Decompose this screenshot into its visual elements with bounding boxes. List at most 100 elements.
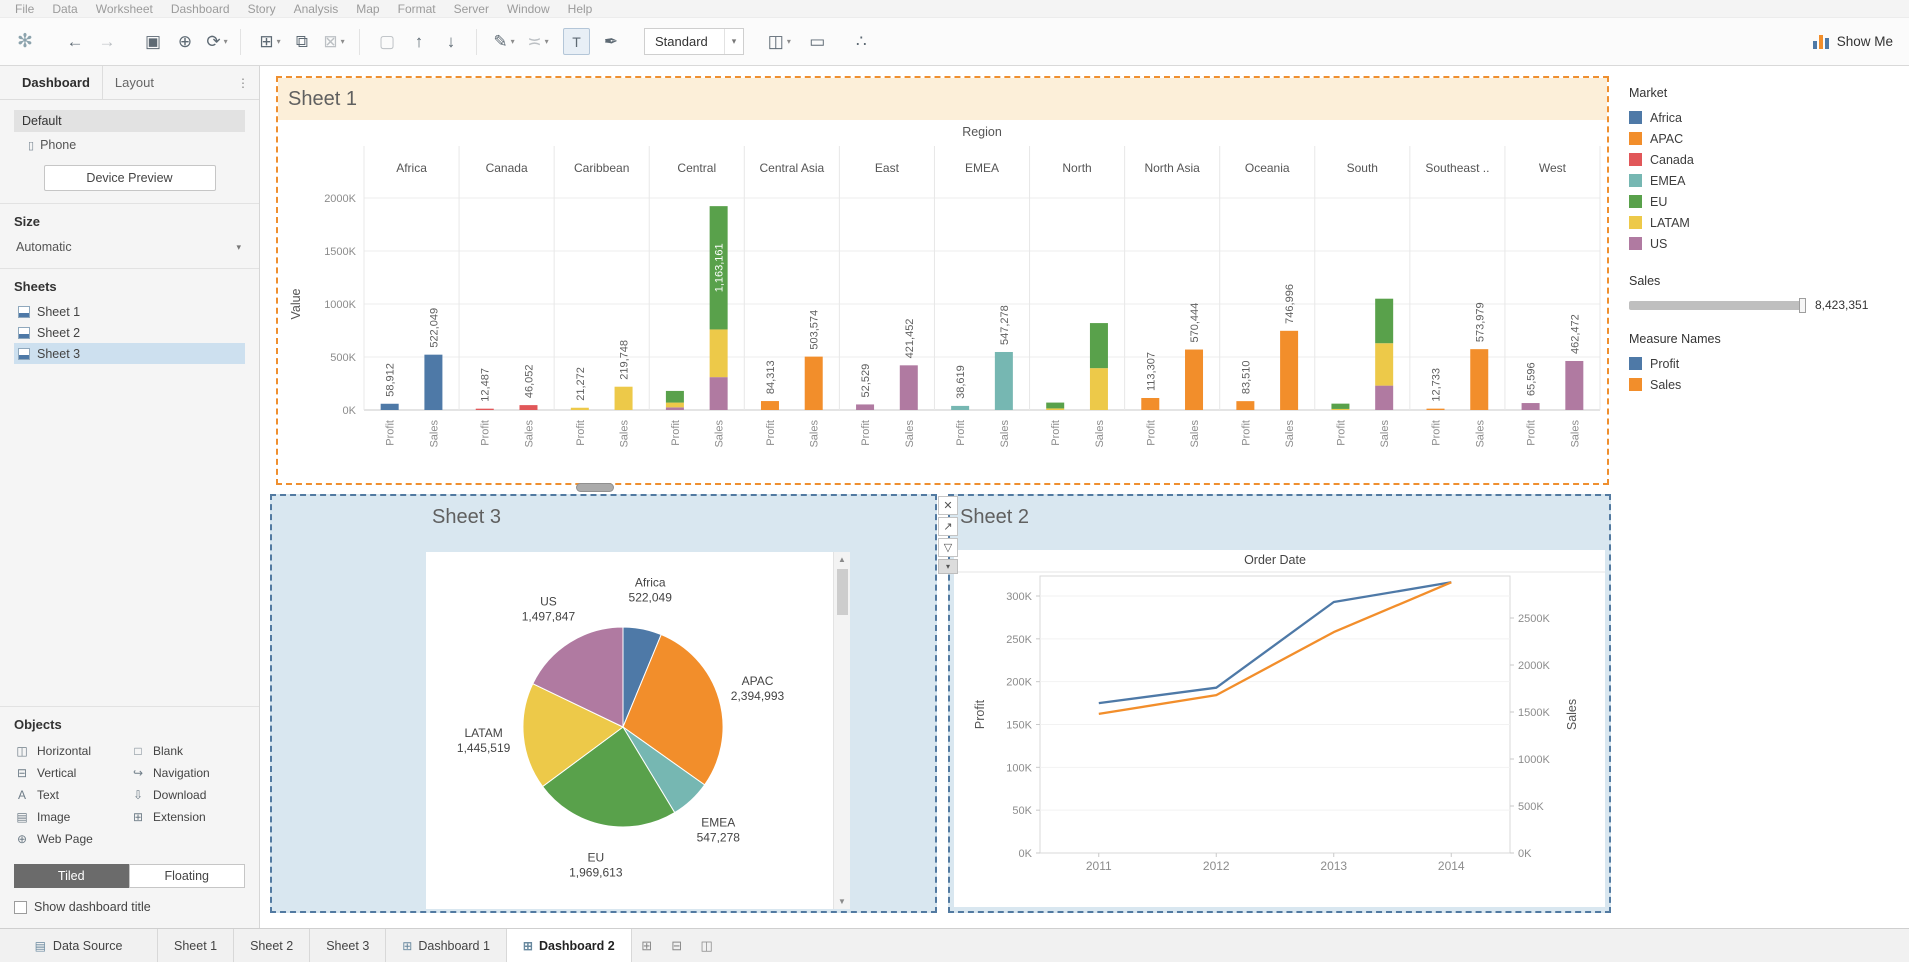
line-mark-sales[interactable] (1099, 582, 1452, 714)
device-preview-button[interactable]: Device Preview (44, 165, 216, 191)
new-worksheet-button[interactable]: ⊞ (632, 929, 662, 962)
bar-mark[interactable] (995, 352, 1013, 410)
object-navigation[interactable]: ↪Navigation (130, 762, 246, 784)
bar-mark[interactable] (900, 365, 918, 410)
menu-server[interactable]: Server (445, 0, 498, 18)
bar-mark[interactable] (1331, 404, 1349, 409)
chevron-down-icon[interactable]: ▾ (787, 37, 791, 46)
object-horizontal[interactable]: ◫Horizontal (14, 740, 130, 762)
bar-mark[interactable] (951, 406, 969, 410)
legend-item-latam[interactable]: LATAM (1629, 212, 1909, 233)
tab-data-source[interactable]: ▤ Data Source (0, 929, 158, 962)
sheet-list-item-sheet-3[interactable]: Sheet 3 (14, 343, 245, 364)
bar-mark[interactable] (615, 387, 633, 410)
bar-mark[interactable] (710, 377, 728, 410)
scrollbar[interactable]: ▲ ▼ (833, 552, 850, 909)
bar-mark[interactable] (1090, 323, 1108, 368)
legend-item-canada[interactable]: Canada (1629, 149, 1909, 170)
new-dashboard-button[interactable]: ⊟ (662, 929, 692, 962)
floating-button[interactable]: Floating (129, 864, 246, 888)
clear-sheet-icon-button[interactable]: ⊠▾ (319, 27, 349, 57)
menu-help[interactable]: Help (559, 0, 602, 18)
undo-icon-button[interactable]: ← (60, 27, 90, 57)
bar-mark[interactable] (856, 404, 874, 410)
bar-mark[interactable] (519, 405, 537, 410)
sheet3-pie-chart[interactable]: Africa522,049APAC2,394,993EMEA547,278EU1… (426, 552, 833, 909)
legend-item-eu[interactable]: EU (1629, 191, 1909, 212)
zone-drag-handle[interactable] (576, 483, 614, 492)
device-default-item[interactable]: Default (14, 110, 245, 132)
bar-mark[interactable] (1375, 386, 1393, 410)
new-story-button[interactable]: ◫ (692, 929, 722, 962)
fix-axes-icon-button[interactable]: ≍▾ (523, 27, 553, 57)
add-datasource-icon-button[interactable]: ⊕ (170, 27, 200, 57)
menu-map[interactable]: Map (347, 0, 388, 18)
bar-mark[interactable] (571, 408, 589, 410)
bar-mark[interactable] (1331, 409, 1349, 410)
bar-mark[interactable] (1522, 403, 1540, 410)
menu-window[interactable]: Window (498, 0, 559, 18)
bar-mark[interactable] (1427, 409, 1445, 410)
bar-mark[interactable] (1470, 349, 1488, 410)
chevron-down-icon[interactable]: ▾ (341, 37, 345, 46)
bar-mark[interactable] (1375, 299, 1393, 344)
device-phone-item[interactable]: ▯ Phone (28, 134, 245, 156)
bar-mark[interactable] (666, 403, 684, 408)
chevron-down-icon[interactable]: ▾ (724, 29, 744, 54)
tab-sheet-3[interactable]: Sheet 3 (310, 929, 386, 962)
new-worksheet-icon-button[interactable]: ⊞▾ (255, 27, 285, 57)
show-me-button[interactable]: Show Me (1813, 34, 1893, 49)
scrollbar-thumb[interactable] (837, 569, 848, 615)
bar-mark[interactable] (666, 391, 684, 403)
sort-ascending-icon-button[interactable]: ↑ (404, 27, 434, 57)
view-mode-select[interactable]: Standard▾ (644, 28, 744, 55)
legend-item-profit[interactable]: Profit (1629, 353, 1909, 374)
tab-sheet-1[interactable]: Sheet 1 (158, 929, 234, 962)
legend-item-us[interactable]: US (1629, 233, 1909, 254)
size-select[interactable]: Automatic ▾ (14, 238, 245, 256)
object-extension[interactable]: ⊞Extension (130, 806, 246, 828)
menu-analysis[interactable]: Analysis (285, 0, 348, 18)
bar-mark[interactable] (1141, 398, 1159, 410)
dashboard-canvas[interactable]: Sheet 1 0K500K1000K1500K2000KRegionValue… (260, 66, 1615, 928)
go-to-sheet-button[interactable]: ↗ (938, 517, 958, 536)
show-dashboard-title-checkbox[interactable] (14, 901, 27, 914)
tab-layout[interactable]: Layout (102, 66, 166, 99)
object-image[interactable]: ▤Image (14, 806, 130, 828)
sales-filter-slider[interactable] (1629, 301, 1805, 310)
object-blank[interactable]: □Blank (130, 740, 246, 762)
zone-menu-button[interactable]: ▾ (938, 559, 958, 574)
bar-mark[interactable] (381, 404, 399, 410)
bar-mark[interactable] (476, 409, 494, 410)
bar-mark[interactable] (710, 329, 728, 377)
menu-data[interactable]: Data (43, 0, 86, 18)
chevron-down-icon[interactable]: ▾ (511, 37, 515, 46)
chevron-down-icon[interactable]: ▾ (545, 37, 549, 46)
presentation-mode-icon-button[interactable]: ▭ (802, 27, 832, 57)
menu-dashboard[interactable]: Dashboard (162, 0, 239, 18)
bar-mark[interactable] (805, 357, 823, 410)
bar-mark[interactable] (1280, 331, 1298, 410)
tab-sheet-2[interactable]: Sheet 2 (234, 929, 310, 962)
sheet3-zone[interactable]: Sheet 3 Africa522,049APAC2,394,993EMEA54… (270, 494, 937, 913)
bar-mark[interactable] (1046, 403, 1064, 409)
show-mark-labels-icon-button[interactable]: T (563, 28, 590, 55)
bar-mark[interactable] (666, 407, 684, 410)
legend-item-emea[interactable]: EMEA (1629, 170, 1909, 191)
scroll-down-icon[interactable]: ▼ (838, 894, 846, 909)
fit-icon-button[interactable]: ◫▾ (764, 27, 794, 57)
highlight-icon-button[interactable]: ✎▾ (489, 27, 519, 57)
pane-menu-icon[interactable]: ⋮ (237, 76, 249, 90)
sheet1-zone[interactable]: Sheet 1 0K500K1000K1500K2000KRegionValue… (276, 76, 1609, 485)
tableau-logo-icon-button[interactable]: ✻ (10, 27, 40, 57)
bar-mark[interactable] (1236, 401, 1254, 410)
chevron-down-icon[interactable]: ▾ (277, 37, 281, 46)
tab-dashboard-2[interactable]: ⊞Dashboard 2 (507, 929, 632, 962)
bar-mark[interactable] (1375, 343, 1393, 385)
share-icon-button[interactable]: ∴ (846, 27, 876, 57)
object-download[interactable]: ⇩Download (130, 784, 246, 806)
bar-mark[interactable] (1565, 361, 1583, 410)
object-vertical[interactable]: ⊟Vertical (14, 762, 130, 784)
remove-zone-button[interactable]: ✕ (938, 496, 958, 515)
save-icon-button[interactable]: ▣ (138, 27, 168, 57)
